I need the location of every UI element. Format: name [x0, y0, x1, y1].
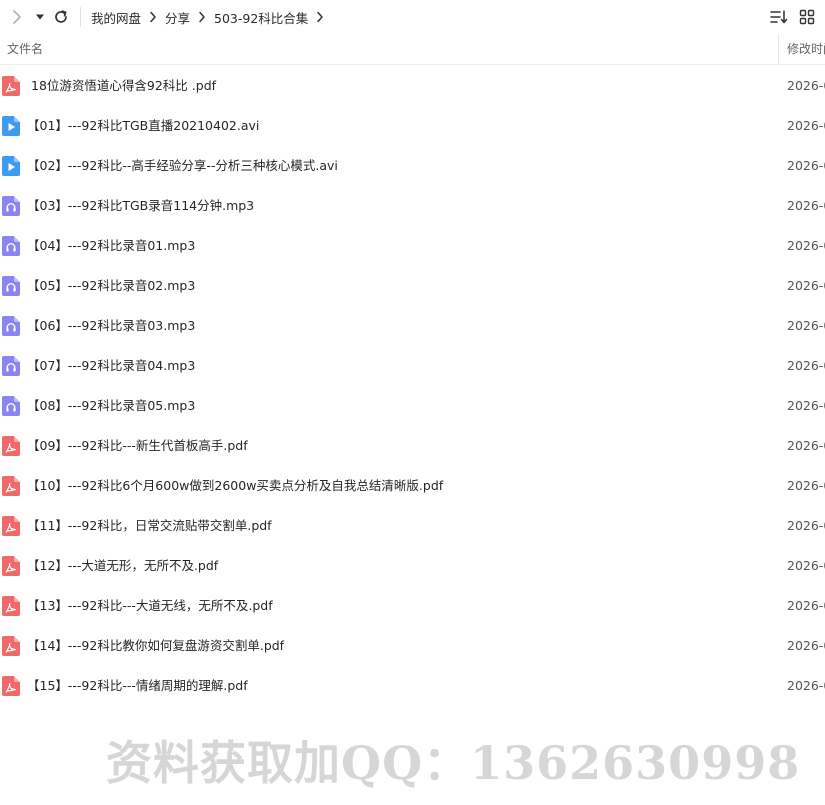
breadcrumb-item-share[interactable]: 分享	[165, 8, 190, 27]
video-file-icon	[2, 116, 20, 136]
pdf-file-icon	[2, 436, 20, 456]
file-name[interactable]: 18位游资悟道心得含92科比 .pdf	[31, 66, 216, 106]
breadcrumb-item-current-folder[interactable]: 503-92科比合集	[214, 8, 308, 27]
file-row[interactable]: 【15】---92科比---情绪周期的理解.pdf 2026-0	[0, 666, 825, 706]
file-modified-date: 2026-0	[787, 118, 825, 133]
file-list: 18位游资悟道心得含92科比 .pdf2026-0【01】---92科比TGB直…	[0, 66, 825, 706]
file-row[interactable]: 【06】---92科比录音03.mp3 2026-0	[0, 306, 825, 346]
audio-file-icon	[2, 396, 20, 416]
file-modified-date: 2026-0	[787, 318, 825, 333]
pdf-file-icon	[2, 476, 20, 496]
history-dropdown-button[interactable]	[31, 8, 49, 26]
audio-file-icon	[2, 196, 20, 216]
chevron-right-icon	[308, 0, 332, 34]
file-modified-date: 2026-0	[787, 198, 825, 213]
file-row[interactable]: 【13】---92科比---大道无线，无所不及.pdf 2026-0	[0, 586, 825, 626]
file-row[interactable]: 【03】---92科比TGB录音114分钟.mp3 2026-0	[0, 186, 825, 226]
column-header: 文件名 修改时间	[0, 34, 825, 65]
file-name[interactable]: 【01】---92科比TGB直播20210402.avi	[27, 106, 259, 146]
file-modified-date: 2026-0	[787, 478, 825, 493]
file-name[interactable]: 【07】---92科比录音04.mp3	[27, 346, 195, 386]
file-name[interactable]: 【06】---92科比录音03.mp3	[27, 306, 195, 346]
chevron-right-icon	[141, 0, 165, 34]
column-header-name[interactable]: 文件名	[7, 34, 43, 65]
toolbar-divider	[80, 7, 81, 27]
file-name[interactable]: 【13】---92科比---大道无线，无所不及.pdf	[27, 586, 273, 626]
file-modified-date: 2026-0	[787, 638, 825, 653]
file-name[interactable]: 【08】---92科比录音05.mp3	[27, 386, 195, 426]
file-modified-date: 2026-0	[787, 438, 825, 453]
file-row[interactable]: 【11】---92科比，日常交流贴带交割单.pdf 2026-0	[0, 506, 825, 546]
audio-file-icon	[2, 316, 20, 336]
file-name[interactable]: 【10】---92科比6个月600w做到2600w买卖点分析及自我总结清晰版.p…	[27, 466, 443, 506]
breadcrumb: 我的网盘 分享 503-92科比合集	[91, 0, 332, 34]
sort-button[interactable]	[768, 6, 790, 28]
file-row[interactable]: 【10】---92科比6个月600w做到2600w买卖点分析及自我总结清晰版.p…	[0, 466, 825, 506]
file-modified-date: 2026-0	[787, 358, 825, 373]
file-modified-date: 2026-0	[787, 678, 825, 693]
file-row[interactable]: 【09】---92科比---新生代首板高手.pdf 2026-0	[0, 426, 825, 466]
file-row[interactable]: 【07】---92科比录音04.mp3 2026-0	[0, 346, 825, 386]
file-modified-date: 2026-0	[787, 558, 825, 573]
file-modified-date: 2026-0	[787, 278, 825, 293]
pdf-file-icon	[2, 636, 20, 656]
file-name[interactable]: 【12】---大道无形，无所不及.pdf	[27, 546, 218, 586]
grid-view-button[interactable]	[796, 6, 818, 28]
breadcrumb-item-my-drive[interactable]: 我的网盘	[91, 8, 141, 27]
file-row[interactable]: 【04】---92科比录音01.mp3 2026-0	[0, 226, 825, 266]
grid-view-icon	[799, 9, 815, 25]
file-row[interactable]: 【12】---大道无形，无所不及.pdf 2026-0	[0, 546, 825, 586]
caret-down-icon	[36, 14, 44, 20]
file-modified-date: 2026-0	[787, 518, 825, 533]
file-row[interactable]: 【02】---92科比--高手经验分享--分析三种核心模式.avi 2026-0	[0, 146, 825, 186]
file-row[interactable]: 【05】---92科比录音02.mp3 2026-0	[0, 266, 825, 306]
file-row[interactable]: 【08】---92科比录音05.mp3 2026-0	[0, 386, 825, 426]
video-file-icon	[2, 156, 20, 176]
pdf-file-icon	[2, 676, 20, 696]
refresh-icon	[55, 10, 67, 23]
pdf-file-icon	[2, 76, 20, 96]
file-row[interactable]: 【01】---92科比TGB直播20210402.avi 2026-0	[0, 106, 825, 146]
audio-file-icon	[2, 236, 20, 256]
file-name[interactable]: 【11】---92科比，日常交流贴带交割单.pdf	[27, 506, 272, 546]
file-row[interactable]: 18位游资悟道心得含92科比 .pdf 2026-0	[0, 66, 825, 106]
file-modified-date: 2026-0	[787, 398, 825, 413]
column-header-modified-time[interactable]: 修改时间	[787, 34, 825, 65]
file-row[interactable]: 【14】---92科比教你如何复盘游资交割单.pdf 2026-0	[0, 626, 825, 666]
file-modified-date: 2026-0	[787, 78, 825, 93]
pdf-file-icon	[2, 516, 20, 536]
column-resize-handle[interactable]	[778, 34, 779, 65]
audio-file-icon	[2, 356, 20, 376]
chevron-right-icon	[190, 0, 214, 34]
file-name[interactable]: 【09】---92科比---新生代首板高手.pdf	[27, 426, 248, 466]
watermark-text: 资料获取加QQ：1362630998	[106, 736, 801, 790]
file-name[interactable]: 【05】---92科比录音02.mp3	[27, 266, 195, 306]
pdf-file-icon	[2, 596, 20, 616]
file-modified-date: 2026-0	[787, 238, 825, 253]
pdf-file-icon	[2, 556, 20, 576]
file-modified-date: 2026-0	[787, 158, 825, 173]
file-name[interactable]: 【14】---92科比教你如何复盘游资交割单.pdf	[27, 626, 284, 666]
toolbar: 我的网盘 分享 503-92科比合集	[0, 0, 825, 34]
file-name[interactable]: 【02】---92科比--高手经验分享--分析三种核心模式.avi	[27, 146, 338, 186]
file-name[interactable]: 【04】---92科比录音01.mp3	[27, 226, 195, 266]
file-name[interactable]: 【15】---92科比---情绪周期的理解.pdf	[27, 666, 248, 706]
file-name[interactable]: 【03】---92科比TGB录音114分钟.mp3	[27, 186, 254, 226]
chevron-right-icon	[13, 10, 21, 24]
refresh-button[interactable]	[50, 6, 72, 28]
audio-file-icon	[2, 276, 20, 296]
forward-button[interactable]	[6, 6, 28, 28]
sort-icon	[770, 10, 788, 24]
file-modified-date: 2026-0	[787, 598, 825, 613]
